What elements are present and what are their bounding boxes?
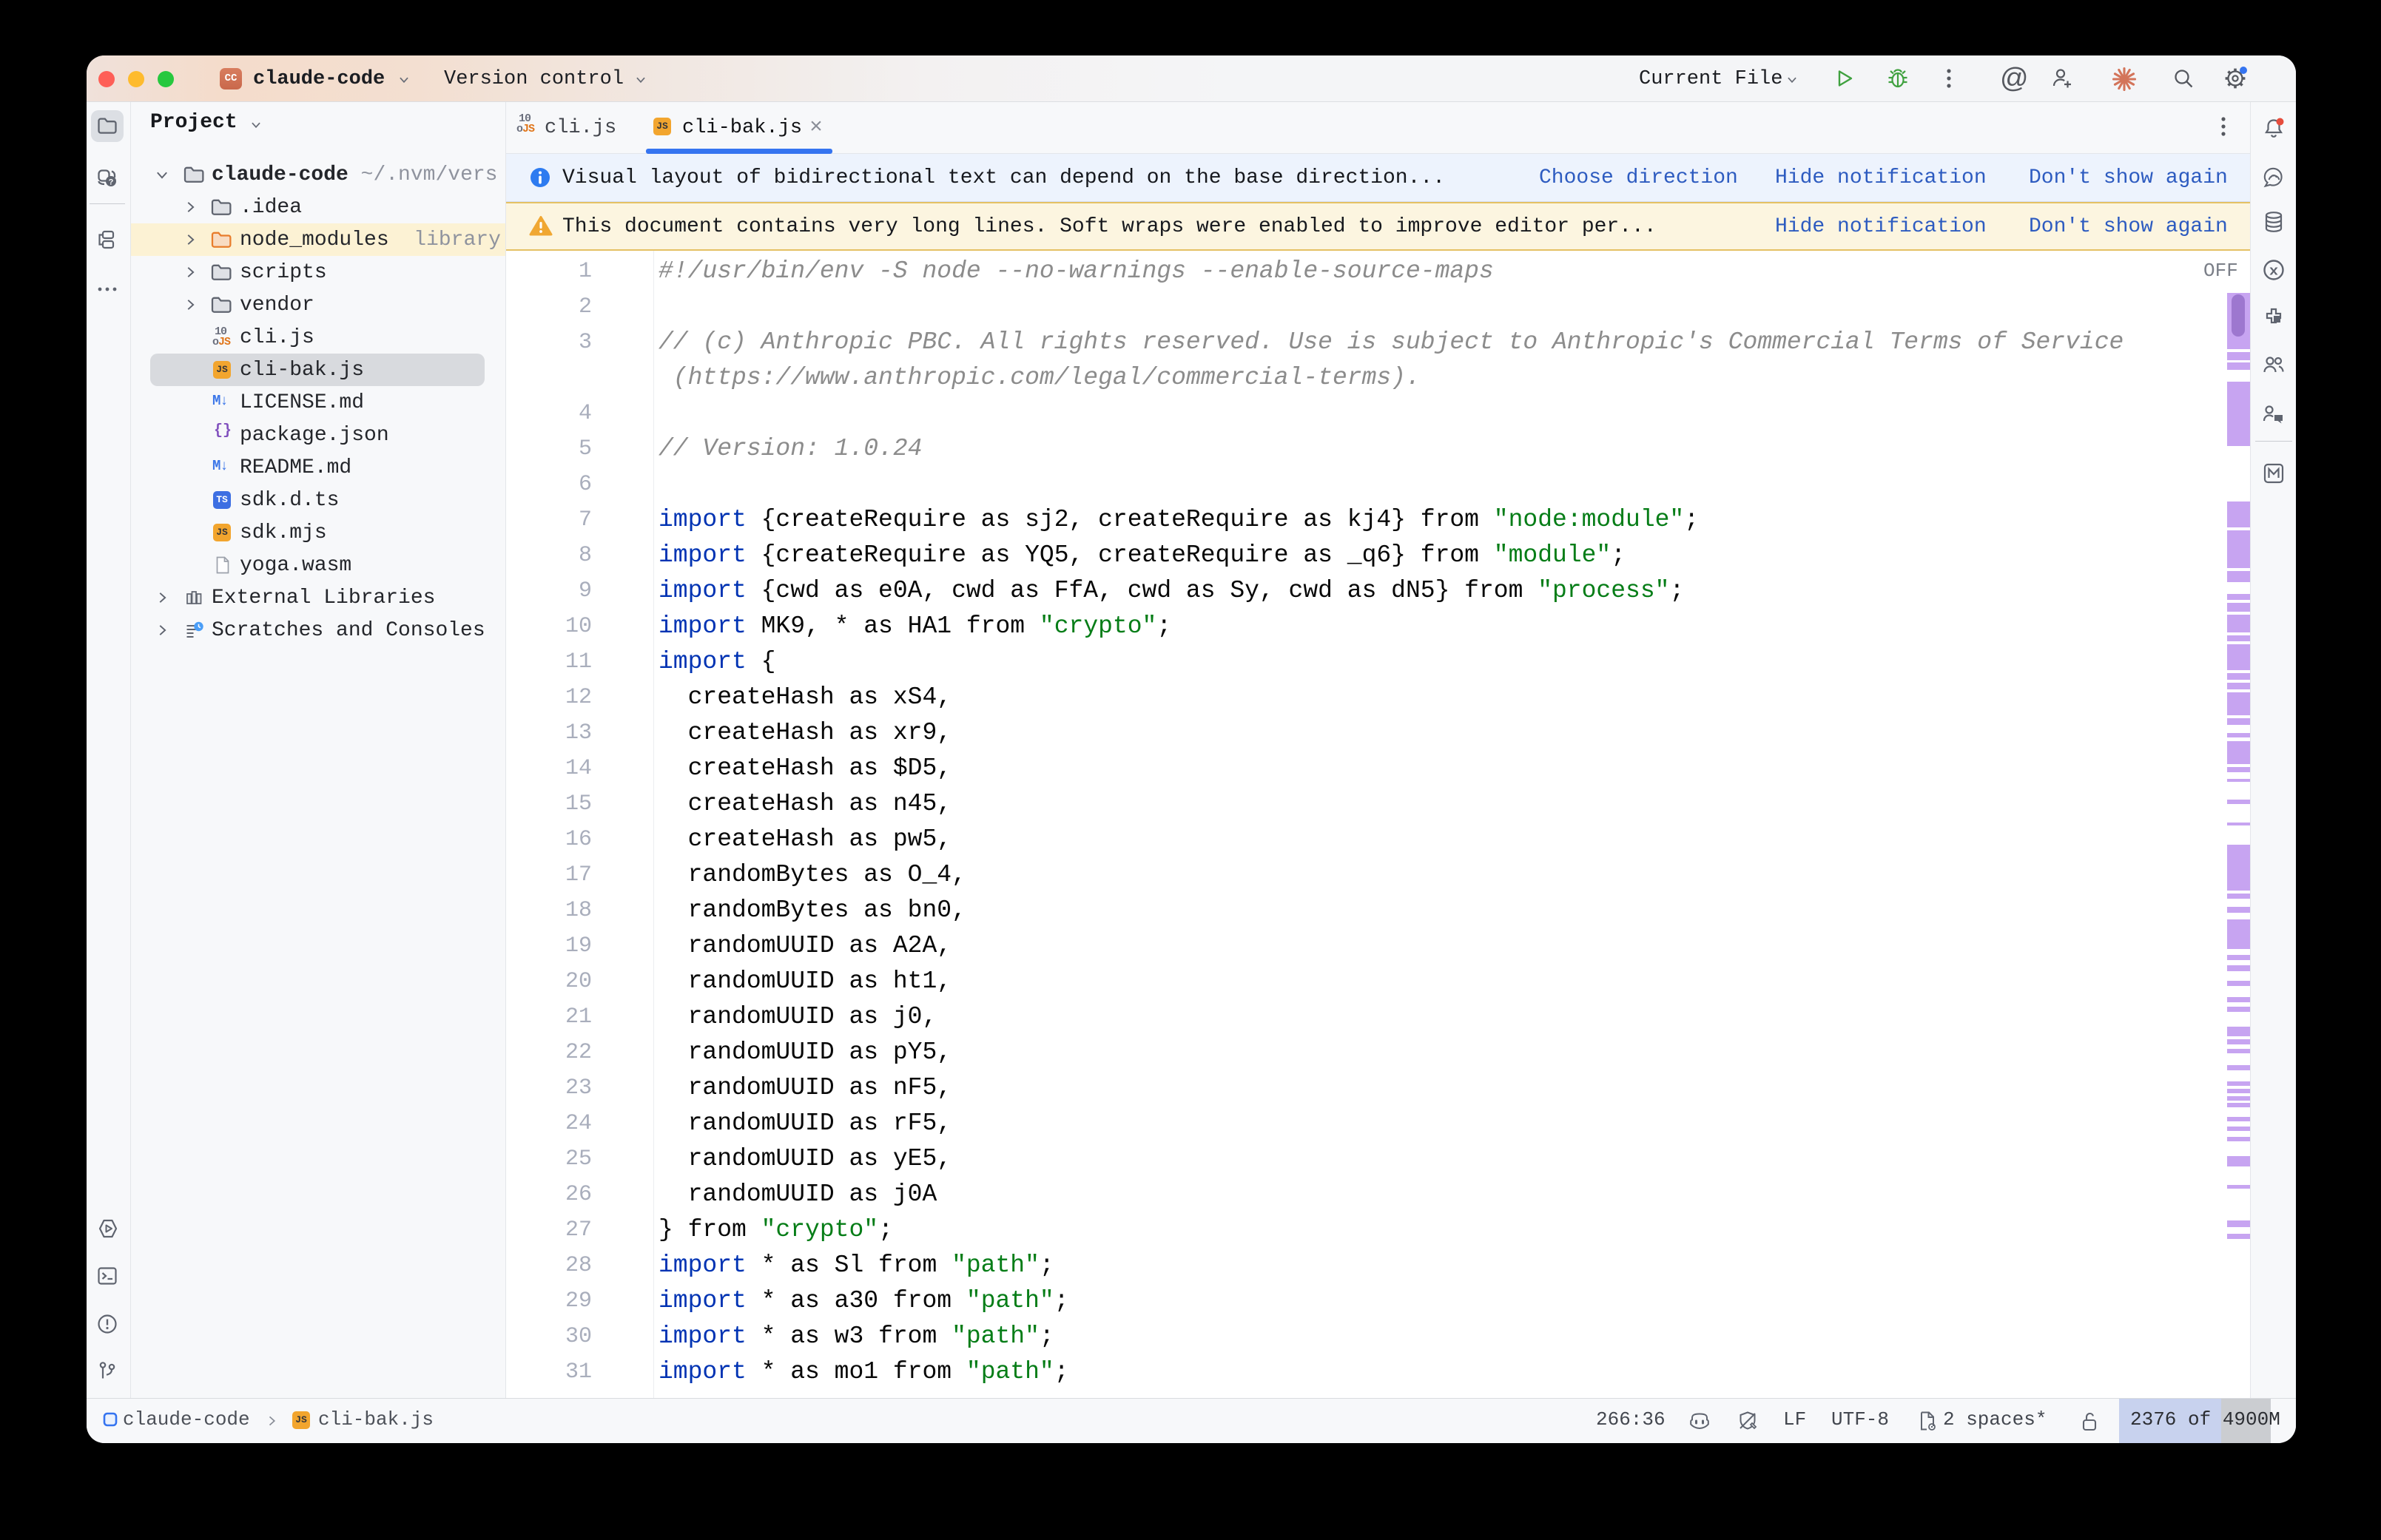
svg-text:?: ? (109, 178, 114, 187)
